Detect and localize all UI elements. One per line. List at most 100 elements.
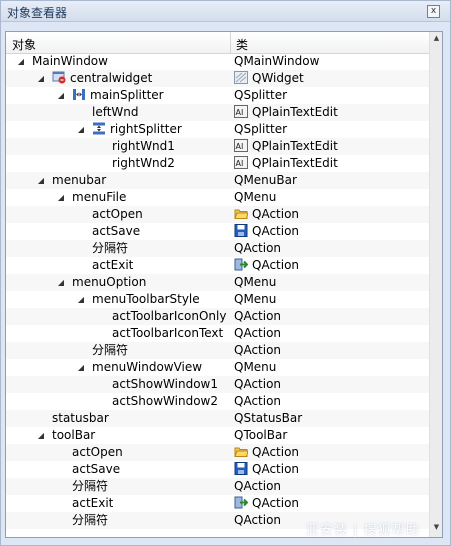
tree-row[interactable]: actOpen QAction xyxy=(6,444,429,461)
class-name: QAction xyxy=(234,479,282,493)
expanded-arrow-icon[interactable]: ◢ xyxy=(56,274,66,291)
tree-row[interactable]: ◢ rightSplitter QSplitter xyxy=(6,121,429,138)
class-name: QToolBar xyxy=(234,428,288,442)
svg-text:AI: AI xyxy=(236,142,244,151)
scroll-up-icon[interactable]: ▲ xyxy=(430,34,442,46)
class-name: QAction xyxy=(252,462,300,476)
object-name: toolBar xyxy=(52,428,96,442)
object-name: menuFile xyxy=(72,190,127,204)
object-name-cell: 分隔符 xyxy=(92,342,128,359)
class-name-cell: QMenu xyxy=(234,291,276,308)
class-name: QAction xyxy=(252,224,300,238)
object-name-cell: rightSplitter xyxy=(92,121,182,138)
tree-row[interactable]: rightWnd2 AI QPlainTextEdit xyxy=(6,155,429,172)
class-name-cell: QAction xyxy=(234,393,281,410)
tree-row[interactable]: ◢ menuToolbarStyle QMenu xyxy=(6,291,429,308)
class-name: QAction xyxy=(234,394,282,408)
class-name-cell: QMenuBar xyxy=(234,172,297,189)
tree-row[interactable]: ◢ menubar QMenuBar xyxy=(6,172,429,189)
textedit-icon: AI xyxy=(234,105,248,118)
expanded-arrow-icon[interactable]: ◢ xyxy=(56,87,66,104)
expanded-arrow-icon[interactable]: ◢ xyxy=(56,189,66,206)
hsplitter-icon xyxy=(72,88,86,101)
class-name-cell: QMainWindow xyxy=(234,53,319,70)
tree-row[interactable]: 分隔符 QAction xyxy=(6,478,429,495)
class-name: QMenuBar xyxy=(234,173,297,187)
expanded-arrow-icon[interactable]: ◢ xyxy=(36,172,46,189)
tree-row[interactable]: actShowWindow1 QAction xyxy=(6,376,429,393)
qwidget-icon xyxy=(234,71,248,84)
expanded-arrow-icon[interactable]: ◢ xyxy=(16,53,26,70)
expanded-arrow-icon[interactable]: ◢ xyxy=(76,121,86,138)
tree-row[interactable]: ◢ centralwidget QWidget xyxy=(6,70,429,87)
expanded-arrow-icon[interactable]: ◢ xyxy=(36,427,46,444)
class-name: QPlainTextEdit xyxy=(252,139,338,153)
folder-icon xyxy=(234,207,249,220)
tree-row[interactable]: actToolbarIconText QAction xyxy=(6,325,429,342)
tree-row[interactable]: actExit QAction xyxy=(6,257,429,274)
class-name: QAction xyxy=(234,241,282,255)
tree-row[interactable]: statusbar QStatusBar xyxy=(6,410,429,427)
class-name-cell: QToolBar xyxy=(234,427,287,444)
folder-icon xyxy=(234,445,249,458)
tree-header: 对象 类 xyxy=(6,32,429,54)
tree-row[interactable]: actSave QAction xyxy=(6,461,429,478)
tree-row[interactable]: ◢ menuWindowView QMenu xyxy=(6,359,429,376)
object-name: statusbar xyxy=(52,411,109,425)
header-separator[interactable] xyxy=(230,32,231,53)
panel-title: 对象查看器 xyxy=(7,6,68,20)
object-name-cell: actOpen xyxy=(92,206,143,223)
object-name: leftWnd xyxy=(92,105,139,119)
expanded-arrow-icon[interactable]: ◢ xyxy=(76,291,86,308)
object-name: menuWindowView xyxy=(92,360,203,374)
tree-row[interactable]: 分隔符 QAction xyxy=(6,342,429,359)
widget-icon xyxy=(52,71,66,84)
tree-row[interactable]: ◢ menuFile QMenu xyxy=(6,189,429,206)
class-name-cell: AI QPlainTextEdit xyxy=(234,138,338,155)
object-tree[interactable]: 对象 类 ◢ MainWindow QMainWindow ◢ centralwidge… xyxy=(5,31,443,538)
tree-row[interactable]: actToolbarIconOnly QAction xyxy=(6,308,429,325)
object-name-cell: leftWnd xyxy=(92,104,139,121)
class-name-cell: QMenu xyxy=(234,189,276,206)
object-name-cell: menubar xyxy=(52,172,106,189)
header-object[interactable]: 对象 xyxy=(12,36,36,53)
class-name: QAction xyxy=(234,343,282,357)
class-name: QAction xyxy=(252,207,300,221)
object-name-cell: mainSplitter xyxy=(72,87,164,104)
object-name: 分隔符 xyxy=(92,241,129,255)
tree-row[interactable]: actShowWindow2 QAction xyxy=(6,393,429,410)
svg-text:AI: AI xyxy=(236,108,244,117)
tree-row[interactable]: ◢ menuOption QMenu xyxy=(6,274,429,291)
tree-row[interactable]: ◢ mainSplitter QSplitter xyxy=(6,87,429,104)
header-class[interactable]: 类 xyxy=(236,36,248,53)
object-name: actToolbarIconText xyxy=(112,326,224,340)
tree-row[interactable]: actOpen QAction xyxy=(6,206,429,223)
tree-row[interactable]: ◢ MainWindow QMainWindow xyxy=(6,53,429,70)
tree-row[interactable]: leftWnd AI QPlainTextEdit xyxy=(6,104,429,121)
class-name-cell: QAction xyxy=(234,325,281,342)
class-name: QAction xyxy=(252,258,300,272)
tree-row[interactable]: 分隔符 QAction xyxy=(6,240,429,257)
vertical-scrollbar[interactable]: ▲ ▼ xyxy=(429,32,442,537)
object-name-cell: actExit xyxy=(92,257,133,274)
class-name: QMenu xyxy=(234,190,277,204)
class-name: QAction xyxy=(252,496,300,510)
tree-row[interactable]: ◢ toolBar QToolBar xyxy=(6,427,429,444)
object-name: actSave xyxy=(92,224,141,238)
object-name: centralwidget xyxy=(70,71,153,85)
tree-row[interactable]: actExit QAction xyxy=(6,495,429,512)
tree-row[interactable]: actSave QAction xyxy=(6,223,429,240)
expanded-arrow-icon[interactable]: ◢ xyxy=(76,359,86,376)
textedit-icon: AI xyxy=(234,139,248,152)
object-name-cell: actToolbarIconOnly xyxy=(112,308,226,325)
save-icon xyxy=(234,462,248,475)
object-name-cell: actSave xyxy=(92,223,140,240)
object-name: 分隔符 xyxy=(72,479,109,493)
expanded-arrow-icon[interactable]: ◢ xyxy=(36,70,46,87)
close-icon[interactable]: x xyxy=(427,5,440,18)
scroll-down-icon[interactable]: ▼ xyxy=(430,523,442,535)
object-name-cell: toolBar xyxy=(52,427,95,444)
tree-row[interactable]: rightWnd1 AI QPlainTextEdit xyxy=(6,138,429,155)
object-name: rightWnd2 xyxy=(112,156,175,170)
class-name: QAction xyxy=(234,377,282,391)
